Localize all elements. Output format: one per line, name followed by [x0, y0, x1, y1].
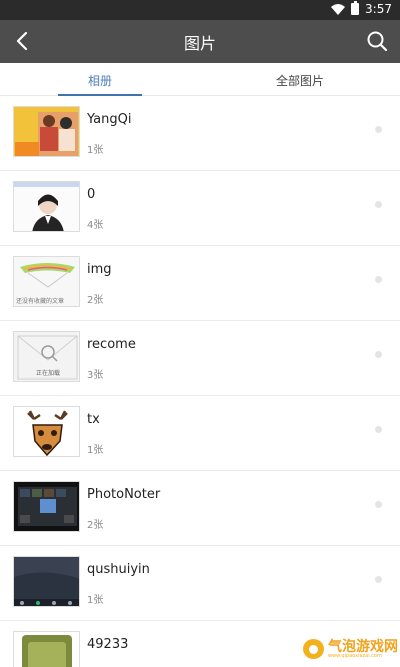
album-count: 1张: [87, 145, 104, 156]
album-thumbnail: 正在加载: [13, 331, 80, 382]
album-count: 1张: [87, 445, 104, 456]
album-indicator: [375, 276, 382, 283]
album-thumbnail: [13, 106, 80, 157]
battery-icon: [351, 1, 360, 15]
app-bar: 图片: [0, 20, 400, 63]
tab-all-images[interactable]: 全部图片: [200, 63, 400, 95]
album-indicator: [375, 576, 382, 583]
status-icons: 3:57: [331, 1, 392, 16]
album-thumbnail: [13, 631, 80, 667]
album-item[interactable]: YangQi 1张: [0, 96, 400, 171]
album-item[interactable]: tx 1张: [0, 396, 400, 471]
album-thumbnail: [13, 406, 80, 457]
album-name: qushuiyin: [87, 562, 150, 577]
album-name: 49233: [87, 637, 129, 652]
album-item[interactable]: qushuiyin 1张: [0, 546, 400, 621]
album-name: tx: [87, 412, 100, 427]
album-count: 4张: [87, 220, 104, 231]
album-name: PhotoNoter: [87, 487, 161, 502]
watermark-text: 气泡游戏网: [328, 638, 398, 655]
album-list: YangQi 1张 0 4张 还没有收藏的文章 img 2张 正在加载 reco…: [0, 96, 400, 667]
album-thumbnail: 还没有收藏的文章: [13, 256, 80, 307]
wifi-icon: [331, 4, 346, 15]
thumb-caption: 正在加载: [36, 369, 60, 377]
album-thumbnail: [13, 181, 80, 232]
album-item[interactable]: 还没有收藏的文章 img 2张: [0, 246, 400, 321]
album-thumbnail: [13, 556, 80, 607]
album-item[interactable]: 正在加载 recome 3张: [0, 321, 400, 396]
album-count: 3张: [87, 370, 104, 381]
status-bar: 3:57: [0, 0, 400, 20]
album-item[interactable]: 0 4张: [0, 171, 400, 246]
album-name: recome: [87, 337, 136, 352]
page-title: 图片: [183, 34, 216, 53]
search-button[interactable]: [364, 28, 390, 54]
watermark-logo: 气泡游戏网 www.qipaoxiazai.com: [303, 637, 398, 661]
album-name: 0: [87, 187, 96, 202]
album-item[interactable]: PhotoNoter 2张: [0, 471, 400, 546]
album-count: 1张: [87, 595, 104, 606]
album-name: img: [87, 262, 112, 277]
watermark-icon: [303, 639, 324, 659]
album-indicator: [375, 201, 382, 208]
album-indicator: [375, 501, 382, 508]
thumb-caption: 还没有收藏的文章: [16, 297, 64, 305]
album-count: 2张: [87, 295, 104, 306]
album-name: YangQi: [87, 112, 132, 127]
album-thumbnail: [13, 481, 80, 532]
album-indicator: [375, 351, 382, 358]
album-indicator: [375, 126, 382, 133]
tab-bar: 相册 全部图片: [0, 63, 400, 96]
album-count: 2张: [87, 520, 104, 531]
watermark-url: www.qipaoxiazai.com: [328, 652, 382, 659]
tab-albums[interactable]: 相册: [0, 63, 200, 96]
search-icon: [367, 31, 388, 52]
album-indicator: [375, 426, 382, 433]
status-time: 3:57: [365, 2, 392, 16]
